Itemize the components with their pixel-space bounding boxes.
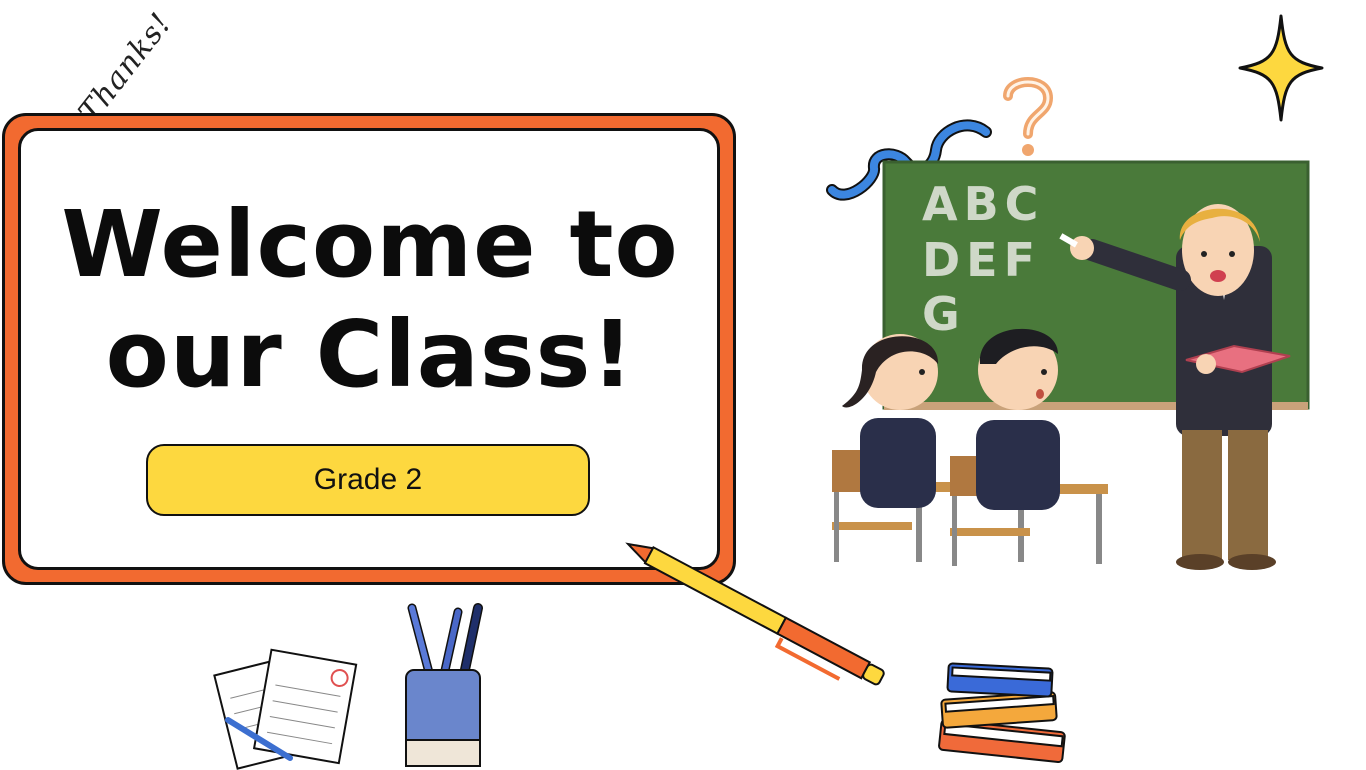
title-line-2: our Class! <box>105 301 635 408</box>
classroom-illustration: ABC DEF G <box>832 160 1310 570</box>
sparkle-star-icon <box>1238 14 1324 122</box>
slide-title: Welcome to our Class! <box>40 190 700 410</box>
chalk-row-3: G <box>922 287 966 341</box>
chalk-row-1: ABC <box>922 177 1044 231</box>
pencil-cup-icon <box>405 603 483 767</box>
papers-icon <box>213 648 358 770</box>
book-stack-icon <box>938 662 1066 763</box>
thanks-note: Thanks! <box>72 6 180 130</box>
grade-button[interactable]: Grade 2 <box>146 444 590 516</box>
student-boy <box>976 328 1060 510</box>
chalk-row-2: DEF <box>922 233 1041 287</box>
title-line-1: Welcome to <box>61 191 679 298</box>
